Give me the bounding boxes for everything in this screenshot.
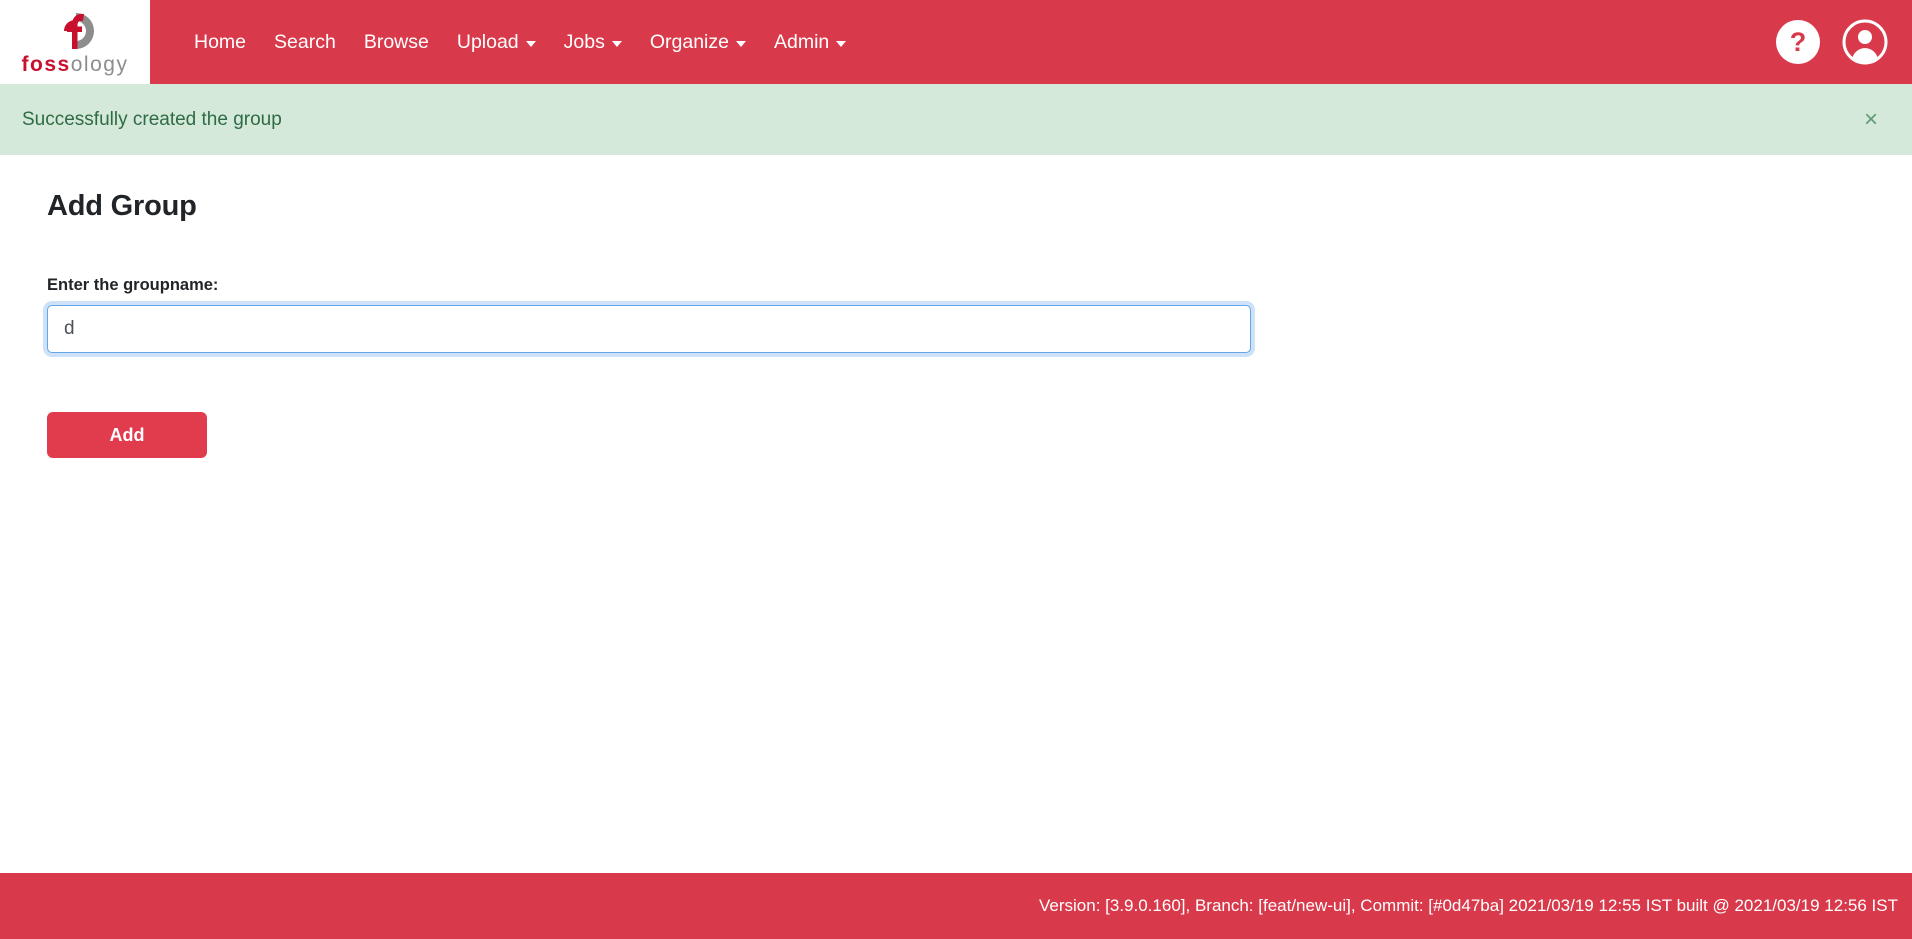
nav-item-home[interactable]: Home	[180, 23, 260, 62]
main-content: Add Group Enter the groupname: Add	[0, 155, 1912, 873]
nav-item-browse-label: Browse	[363, 30, 429, 53]
user-account-icon[interactable]	[1842, 19, 1888, 65]
nav-item-upload[interactable]: Upload	[443, 23, 550, 62]
footer: Version: [3.9.0.160], Branch: [feat/new-…	[0, 873, 1912, 939]
footer-version-text: Version: [3.9.0.160], Branch: [feat/new-…	[1039, 896, 1898, 915]
brand-logo[interactable]: fossology	[0, 0, 150, 84]
top-navbar: fossology Home Search Browse Upload Jobs	[0, 0, 1912, 84]
chevron-down-icon	[525, 40, 536, 47]
nav-item-organize-label: Organize	[649, 30, 729, 53]
brand-wordmark-primary: foss	[21, 53, 71, 76]
page-title: Add Group	[47, 190, 197, 222]
nav-item-browse[interactable]: Browse	[350, 23, 443, 62]
add-button[interactable]: Add	[47, 412, 207, 458]
nav-links: Home Search Browse Upload Jobs Organize …	[180, 23, 860, 62]
add-group-form: Enter the groupname: Add	[0, 276, 1912, 458]
nav-item-home-label: Home	[194, 30, 247, 53]
fossology-logo-icon	[46, 9, 104, 53]
nav-item-jobs-label: Jobs	[563, 30, 605, 53]
nav-item-admin[interactable]: Admin	[760, 23, 860, 62]
nav-item-organize[interactable]: Organize	[636, 23, 760, 62]
success-alert-message: Successfully created the group	[22, 108, 282, 130]
fossology-add-group-page: fossology Home Search Browse Upload Jobs	[0, 0, 1912, 939]
nav-item-jobs[interactable]: Jobs	[550, 23, 636, 62]
chevron-down-icon	[836, 40, 847, 47]
groupname-label: Enter the groupname:	[47, 276, 219, 294]
nav-item-upload-label: Upload	[456, 30, 519, 53]
chevron-down-icon	[611, 40, 622, 47]
help-icon-glyph: ?	[1789, 26, 1807, 57]
nav-item-admin-label: Admin	[773, 30, 830, 53]
close-icon[interactable]: ×	[1858, 104, 1884, 136]
help-icon[interactable]: ?	[1776, 20, 1820, 64]
groupname-input[interactable]	[47, 305, 1251, 353]
brand-wordmark-secondary: ology	[70, 53, 129, 76]
chevron-down-icon	[735, 40, 746, 47]
brand-wordmark: fossology	[22, 54, 129, 75]
navbar-actions: ?	[1776, 19, 1912, 65]
nav-item-search[interactable]: Search	[260, 23, 350, 62]
nav-item-search-label: Search	[274, 30, 336, 53]
success-alert: Successfully created the group ×	[0, 84, 1912, 155]
